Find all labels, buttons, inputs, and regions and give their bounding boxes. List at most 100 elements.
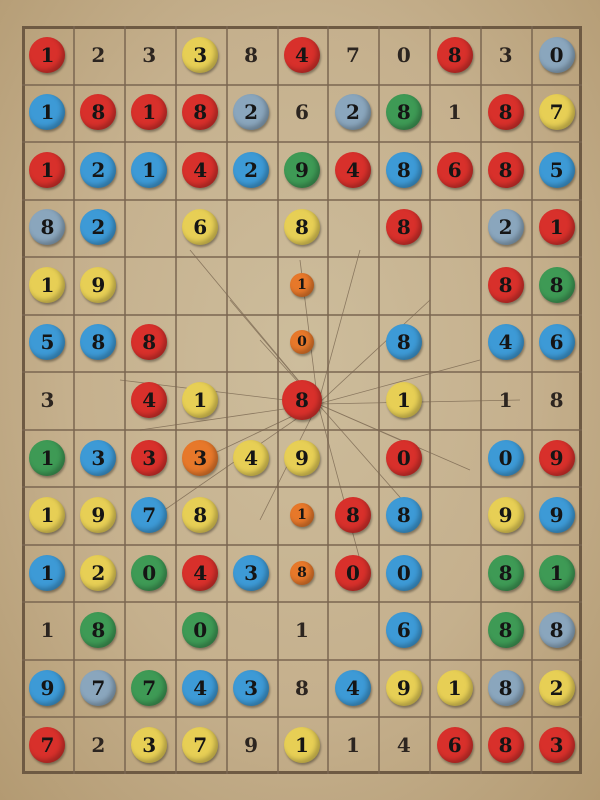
number-token[interactable]: 8: [385, 151, 422, 188]
number-token[interactable]: 6: [385, 612, 422, 649]
number-token[interactable]: 8: [80, 94, 117, 131]
number-token[interactable]: 1: [538, 554, 575, 591]
board-cell[interactable]: [175, 314, 226, 372]
board-cell[interactable]: 8: [480, 659, 531, 717]
number-token[interactable]: 1: [29, 439, 66, 476]
number-token[interactable]: 2: [334, 94, 371, 131]
board-cell[interactable]: [226, 486, 277, 544]
board-cell[interactable]: 8: [480, 544, 531, 602]
number-token[interactable]: 9: [283, 439, 320, 476]
board-cell[interactable]: [378, 256, 429, 314]
number-token[interactable]: 3: [131, 727, 168, 764]
number-token[interactable]: 0: [289, 330, 314, 355]
number-token[interactable]: 2: [80, 209, 117, 246]
board-cell[interactable]: 4: [226, 429, 277, 487]
number-token[interactable]: 8: [385, 94, 422, 131]
board-cell[interactable]: 8: [73, 601, 124, 659]
board-cell[interactable]: 8: [531, 371, 582, 429]
board-cell[interactable]: 8: [480, 716, 531, 774]
board-cell[interactable]: [226, 371, 277, 429]
board-cell[interactable]: 4: [277, 26, 328, 84]
number-token[interactable]: 8: [487, 612, 524, 649]
number-token[interactable]: 2: [538, 669, 575, 706]
number-token[interactable]: 1: [131, 151, 168, 188]
number-token[interactable]: 4: [233, 439, 270, 476]
board-cell[interactable]: 1: [22, 486, 73, 544]
number-token[interactable]: 4: [334, 669, 371, 706]
board-cell[interactable]: [175, 256, 226, 314]
number-token[interactable]: 2: [233, 94, 270, 131]
board-cell[interactable]: 1: [531, 199, 582, 257]
board-cell[interactable]: 5: [22, 314, 73, 372]
board-cell[interactable]: 4: [175, 659, 226, 717]
board-cell[interactable]: 8: [175, 84, 226, 142]
number-token[interactable]: 9: [487, 497, 524, 534]
number-token[interactable]: 1: [182, 381, 219, 418]
number-token[interactable]: 7: [29, 727, 66, 764]
board-cell[interactable]: 7: [22, 716, 73, 774]
number-token[interactable]: 6: [436, 727, 473, 764]
board-cell[interactable]: 1: [277, 256, 328, 314]
board-cell[interactable]: 4: [327, 141, 378, 199]
board-cell[interactable]: 7: [73, 659, 124, 717]
number-token[interactable]: 4: [182, 554, 219, 591]
number-token[interactable]: 8: [182, 497, 219, 534]
board-cell[interactable]: 9: [277, 429, 328, 487]
number-token[interactable]: 2: [487, 209, 524, 246]
board-cell[interactable]: 0: [378, 26, 429, 84]
board-cell[interactable]: [226, 601, 277, 659]
number-token[interactable]: 0: [334, 554, 371, 591]
board-cell[interactable]: 6: [429, 716, 480, 774]
board-cell[interactable]: [124, 256, 175, 314]
board-cell[interactable]: 4: [327, 659, 378, 717]
board-cell[interactable]: 9: [531, 486, 582, 544]
board-cell[interactable]: 4: [124, 371, 175, 429]
number-token[interactable]: 3: [182, 36, 219, 73]
board-cell[interactable]: 8: [429, 26, 480, 84]
board-cell[interactable]: 2: [73, 199, 124, 257]
board-cell[interactable]: 8: [277, 659, 328, 717]
board-cell[interactable]: 9: [378, 659, 429, 717]
number-token[interactable]: 8: [289, 560, 314, 585]
number-token[interactable]: 9: [283, 151, 320, 188]
number-token[interactable]: 8: [283, 209, 320, 246]
number-token[interactable]: 7: [182, 727, 219, 764]
board-cell[interactable]: [226, 256, 277, 314]
board-cell[interactable]: 8: [327, 486, 378, 544]
board-cell[interactable]: [226, 314, 277, 372]
board-cell[interactable]: 8: [277, 199, 328, 257]
board-cell[interactable]: 1: [378, 371, 429, 429]
board-cell[interactable]: 7: [531, 84, 582, 142]
board-cell[interactable]: 0: [378, 544, 429, 602]
number-token[interactable]: 5: [538, 151, 575, 188]
board-cell[interactable]: [327, 601, 378, 659]
number-token[interactable]: 1: [289, 503, 314, 528]
board-cell[interactable]: [73, 371, 124, 429]
number-token[interactable]: 4: [182, 669, 219, 706]
number-token[interactable]: 3: [182, 439, 219, 476]
board-cell[interactable]: 7: [124, 486, 175, 544]
number-token[interactable]: 8: [80, 324, 117, 361]
board-cell[interactable]: 4: [378, 716, 429, 774]
board-cell[interactable]: 6: [175, 199, 226, 257]
board-cell[interactable]: 2: [226, 141, 277, 199]
board-cell[interactable]: 0: [124, 544, 175, 602]
number-token[interactable]: 8: [131, 324, 168, 361]
board-cell[interactable]: 1: [327, 716, 378, 774]
number-token[interactable]: 7: [538, 94, 575, 131]
board-cell[interactable]: 1: [175, 371, 226, 429]
board-cell[interactable]: 4: [480, 314, 531, 372]
board-cell[interactable]: 8: [378, 84, 429, 142]
number-token[interactable]: 8: [334, 497, 371, 534]
number-token[interactable]: 4: [131, 381, 168, 418]
board-cell[interactable]: 3: [124, 429, 175, 487]
board-cell[interactable]: 2: [73, 544, 124, 602]
board-cell[interactable]: [327, 371, 378, 429]
board-cell[interactable]: 1: [124, 84, 175, 142]
board-cell[interactable]: [429, 601, 480, 659]
board-cell[interactable]: 4: [175, 141, 226, 199]
number-token[interactable]: 9: [538, 497, 575, 534]
board-cell[interactable]: 1: [277, 601, 328, 659]
board-cell[interactable]: 3: [175, 429, 226, 487]
number-token[interactable]: 8: [80, 612, 117, 649]
